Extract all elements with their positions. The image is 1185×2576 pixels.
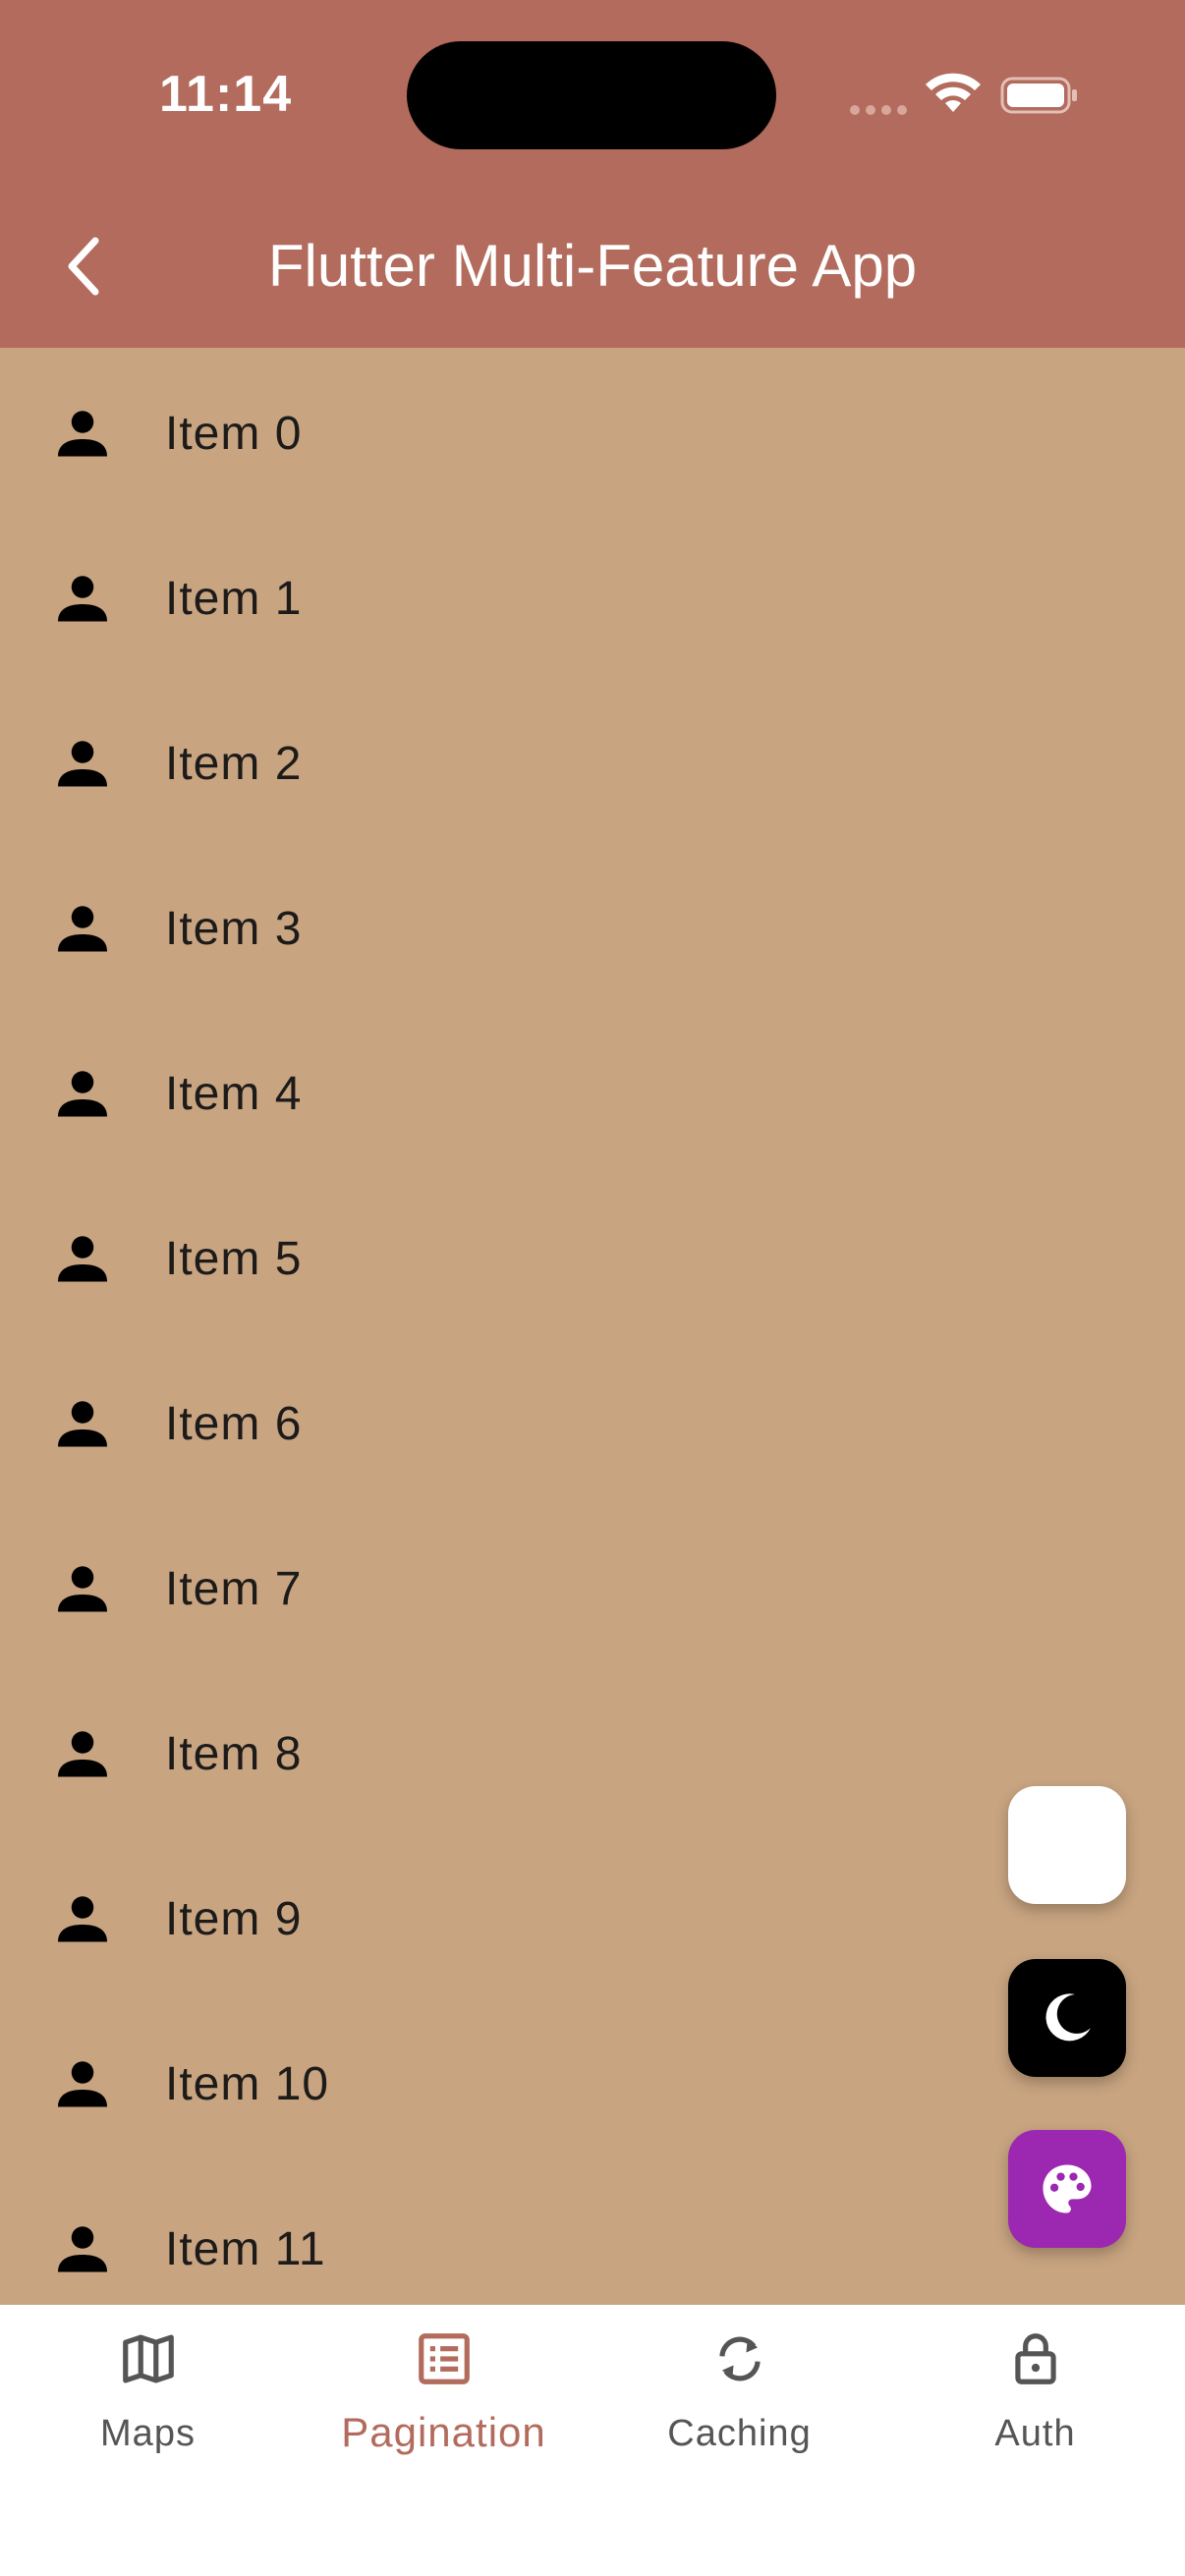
list-item-label: Item 2 [165, 738, 303, 790]
person-icon [58, 1566, 107, 1612]
app-bar: 11:14 Flutter Multi-Feature App [0, 0, 1185, 348]
nav-label-pagination: Pagination [341, 2409, 546, 2455]
person-icon [58, 1071, 107, 1117]
battery-icon [1000, 77, 1077, 114]
list-item-label: Item 4 [165, 1068, 303, 1120]
dynamic-island [407, 41, 776, 149]
person-icon [58, 1236, 107, 1282]
lock-icon [1015, 2333, 1056, 2384]
sync-icon [719, 2336, 761, 2381]
list-item-label: Item 8 [165, 1728, 303, 1780]
nav-item-auth[interactable]: Auth [887, 2305, 1183, 2501]
bottom-navigation: Maps Pagination Caching Auth [0, 2305, 1185, 2576]
nav-label-maps: Maps [100, 2413, 196, 2454]
list-alt-icon [419, 2333, 470, 2384]
list-item-label: Item 9 [165, 1893, 303, 1945]
person-icon [58, 741, 107, 787]
theme-fab-button[interactable] [1008, 2130, 1126, 2248]
person-icon [58, 2226, 107, 2272]
person-icon [58, 576, 107, 622]
nav-item-pagination[interactable]: Pagination [296, 2305, 592, 2501]
person-icon [58, 906, 107, 952]
map-icon [123, 2334, 174, 2383]
list-item-label: Item 11 [165, 2223, 326, 2275]
list-item[interactable]: Item 7 [0, 1503, 1185, 1668]
cellular-signal-icon [850, 105, 907, 115]
list-item[interactable]: Item 3 [0, 843, 1185, 1008]
list-item[interactable]: Item 1 [0, 513, 1185, 678]
list-item-label: Item 1 [165, 573, 303, 625]
dark-mode-fab-button[interactable] [1008, 1959, 1126, 2077]
nav-item-maps[interactable]: Maps [0, 2305, 296, 2501]
person-icon [58, 1896, 107, 1942]
blank-fab-button[interactable] [1008, 1786, 1126, 1904]
list-item-label: Item 3 [165, 903, 303, 955]
person-icon [58, 1401, 107, 1447]
list-item[interactable]: Item 2 [0, 678, 1185, 843]
list-item[interactable]: Item 4 [0, 1008, 1185, 1173]
status-time: 11:14 [159, 66, 293, 123]
palette-icon [1043, 2164, 1092, 2213]
person-icon [58, 411, 107, 457]
list-item[interactable]: Item 6 [0, 1338, 1185, 1503]
list-item-label: Item 10 [165, 2058, 330, 2110]
person-icon [58, 1731, 107, 1777]
nav-item-caching[interactable]: Caching [592, 2305, 887, 2501]
list-item-label: Item 0 [165, 408, 303, 460]
person-icon [58, 2061, 107, 2107]
moon-icon [1045, 1993, 1091, 2042]
nav-label-auth: Auth [994, 2413, 1076, 2454]
list-item-label: Item 5 [165, 1233, 303, 1285]
nav-label-caching: Caching [667, 2413, 812, 2454]
list-item[interactable]: Item 5 [0, 1173, 1185, 1338]
list-item-label: Item 7 [165, 1563, 303, 1615]
wifi-icon [926, 73, 981, 112]
page-title: Flutter Multi-Feature App [267, 233, 918, 299]
list-item[interactable]: Item 0 [0, 348, 1185, 513]
list-item[interactable]: Item 8 [0, 1668, 1185, 1833]
list-item-label: Item 6 [165, 1398, 303, 1450]
